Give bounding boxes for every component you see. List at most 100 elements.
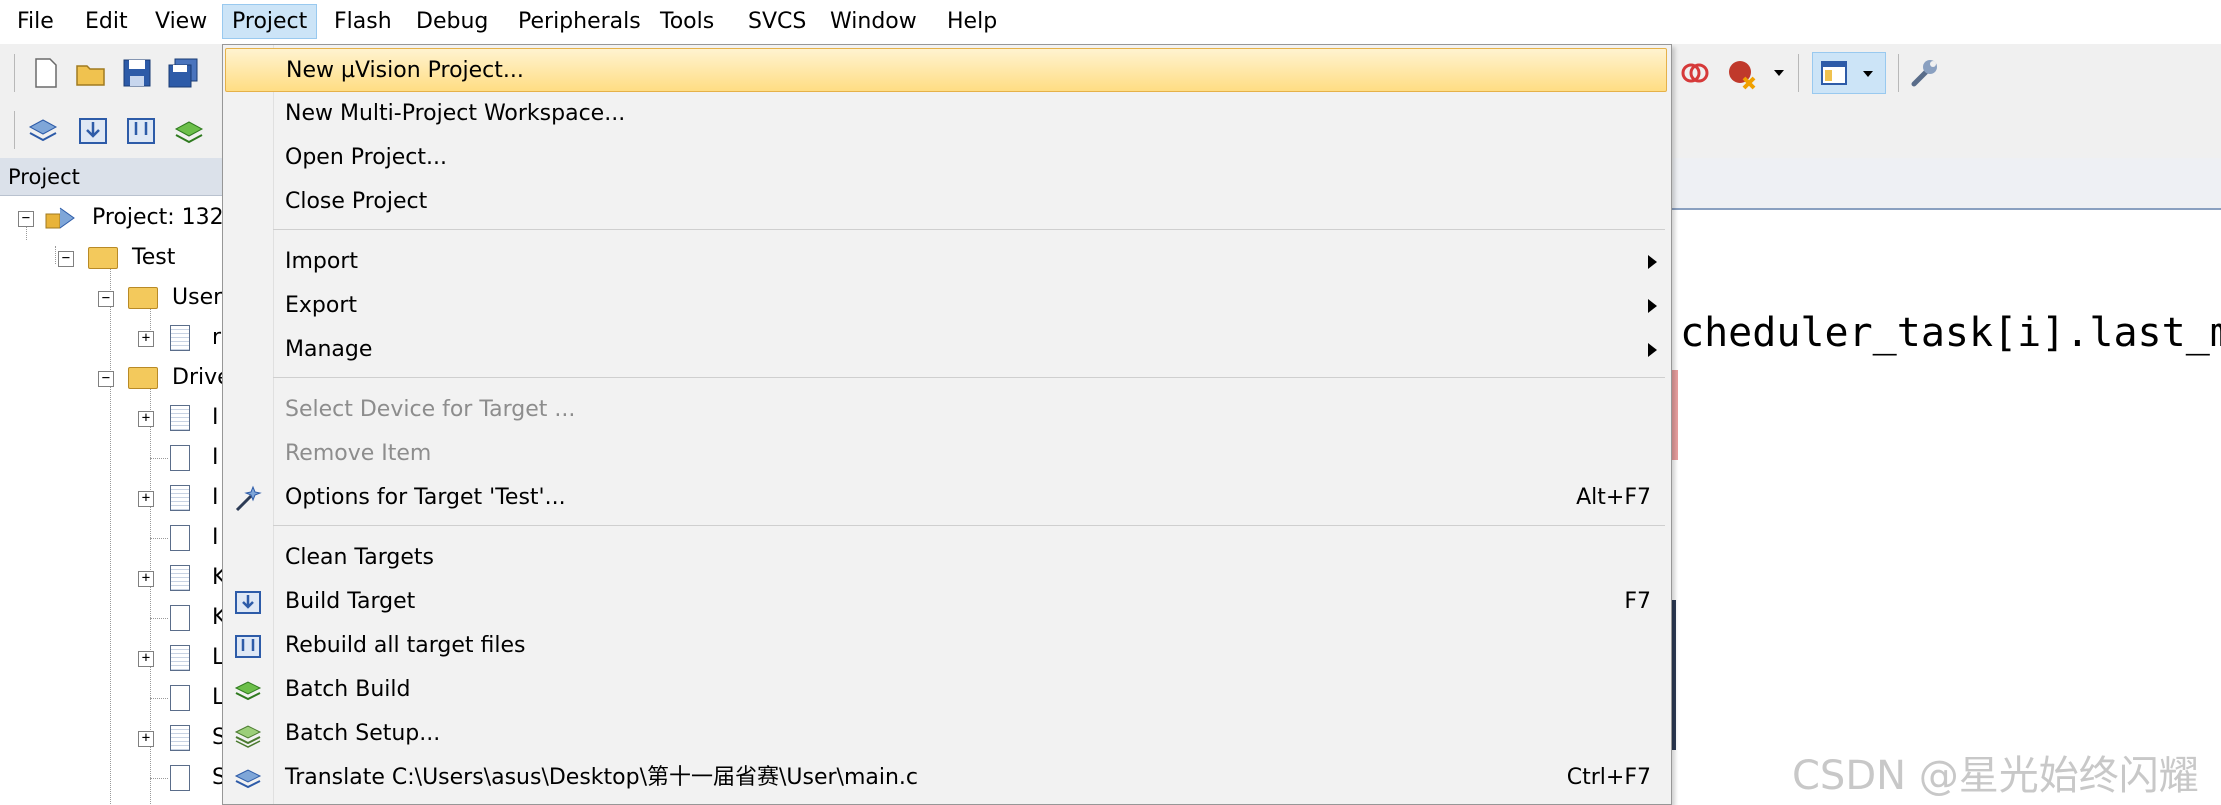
tree-node-file[interactable]: K — [0, 598, 222, 638]
tree-node-file[interactable]: + K — [0, 558, 222, 598]
rebuild-icon[interactable] — [124, 113, 158, 147]
tree-node-target[interactable]: − Test — [0, 238, 222, 278]
menu-item-rebuild-all[interactable]: Rebuild all target files — [225, 624, 1667, 668]
menu-item-label: Batch Setup... — [285, 721, 441, 746]
collapse-icon[interactable]: − — [58, 251, 74, 267]
tree-guide — [150, 778, 168, 779]
project-menu-dropdown: New µVision Project... New Multi-Project… — [222, 44, 1672, 805]
menu-item-close-project[interactable]: Close Project — [225, 180, 1667, 224]
tree-node-file[interactable]: + L — [0, 638, 222, 678]
build-icon — [235, 591, 261, 614]
menu-help[interactable]: Help — [938, 4, 1006, 39]
menu-item-label: Build Target — [285, 589, 416, 614]
menu-item-clean-targets[interactable]: Clean Targets — [225, 536, 1667, 580]
new-file-icon[interactable] — [28, 56, 62, 90]
tree-label: User — [172, 285, 222, 310]
menu-item-batch-setup[interactable]: Batch Setup... — [225, 712, 1667, 756]
tree-node-file[interactable]: L — [0, 678, 222, 718]
save-all-icon[interactable] — [166, 56, 200, 90]
tree-node-file[interactable]: + I — [0, 398, 222, 438]
save-icon[interactable] — [120, 56, 154, 90]
chevron-down-icon — [1863, 71, 1873, 77]
menu-view[interactable]: View — [146, 4, 216, 39]
menu-item-translate[interactable]: Translate C:\Users\asus\Desktop\第十一届省赛\U… — [225, 756, 1667, 800]
c-file-icon — [170, 325, 190, 351]
menu-item-batch-build[interactable]: Batch Build — [225, 668, 1667, 712]
submenu-arrow-icon — [1648, 299, 1657, 313]
menu-tools[interactable]: Tools — [651, 4, 723, 39]
menu-flash[interactable]: Flash — [325, 4, 401, 39]
translate-icon[interactable] — [26, 113, 60, 147]
tree-label: K — [212, 565, 222, 590]
menu-debug[interactable]: Debug — [407, 4, 497, 39]
menu-item-new-uvision-project[interactable]: New µVision Project... — [225, 48, 1667, 92]
tree-guide — [150, 538, 168, 539]
menu-peripherals[interactable]: Peripherals — [509, 4, 650, 39]
batch-build-icon — [234, 681, 262, 701]
menu-project[interactable]: Project — [222, 4, 318, 39]
tree-node-group-user[interactable]: − User — [0, 278, 222, 318]
tree-label: S — [212, 725, 222, 750]
menu-window[interactable]: Window — [821, 4, 926, 39]
tree-guide — [150, 618, 168, 619]
menu-item-new-multi-project-workspace[interactable]: New Multi-Project Workspace... — [225, 92, 1667, 136]
editor-margin-marker — [1672, 370, 1678, 460]
batch-build-icon[interactable] — [172, 113, 206, 147]
editor-tab-strip — [1670, 158, 2221, 210]
c-file-icon — [170, 725, 190, 751]
tree-label: I — [212, 525, 219, 550]
chevron-down-icon[interactable] — [1774, 70, 1784, 76]
tree-node-file[interactable]: + S — [0, 718, 222, 758]
menu-item-manage[interactable]: Manage — [225, 328, 1667, 372]
menu-edit[interactable]: Edit — [76, 4, 137, 39]
submenu-arrow-icon — [1648, 255, 1657, 269]
toolbar-grip — [14, 54, 15, 92]
collapse-icon[interactable]: − — [98, 291, 114, 307]
breakpoint-icon[interactable] — [1726, 56, 1760, 90]
tree-node-group-driver[interactable]: − Drive — [0, 358, 222, 398]
menu-item-label: Clean Targets — [285, 545, 434, 570]
tree-node-file[interactable]: + I — [0, 478, 222, 518]
tree-label: I — [212, 445, 219, 470]
expand-icon[interactable]: + — [138, 491, 154, 507]
expand-icon[interactable]: + — [138, 571, 154, 587]
open-folder-icon[interactable] — [74, 56, 108, 90]
build-icon[interactable] — [76, 113, 110, 147]
wrench-icon[interactable] — [1908, 56, 1942, 90]
debug-stop-icon[interactable] — [1678, 56, 1712, 90]
h-file-icon — [170, 525, 190, 551]
tree-node-file[interactable]: S — [0, 758, 222, 798]
expand-icon[interactable]: + — [138, 411, 154, 427]
window-layout-icon — [1821, 61, 1847, 85]
tree-node-project[interactable]: − Project: 1323 — [0, 198, 222, 238]
menu-item-export[interactable]: Export — [225, 284, 1667, 328]
code-line: cheduler_task[i].last_m — [1680, 310, 2221, 356]
menu-item-import[interactable]: Import — [225, 240, 1667, 284]
code-editor[interactable] — [1670, 210, 2221, 805]
collapse-icon[interactable]: − — [18, 211, 34, 227]
menu-item-open-project[interactable]: Open Project... — [225, 136, 1667, 180]
menu-item-build-target[interactable]: Build Target F7 — [225, 580, 1667, 624]
tree-node-file[interactable]: I — [0, 438, 222, 478]
translate-icon — [234, 769, 262, 789]
submenu-arrow-icon — [1648, 343, 1657, 357]
collapse-icon[interactable]: − — [98, 371, 114, 387]
tree-node-file[interactable]: I — [0, 518, 222, 558]
menu-item-label: Import — [285, 249, 359, 274]
project-tree: − Project: 1323 − Test − User + r − Driv… — [0, 196, 222, 805]
menu-file[interactable]: File — [8, 4, 63, 39]
menu-svcs[interactable]: SVCS — [739, 4, 815, 39]
toolbar-separator — [1798, 54, 1799, 92]
window-config-button[interactable] — [1812, 52, 1886, 94]
tree-guide — [150, 698, 168, 699]
expand-icon[interactable]: + — [138, 331, 154, 347]
c-file-icon — [170, 485, 190, 511]
h-file-icon — [170, 685, 190, 711]
menu-item-shortcut: F7 — [1624, 589, 1651, 614]
expand-icon[interactable]: + — [138, 731, 154, 747]
menu-item-options-for-target[interactable]: Options for Target 'Test'... Alt+F7 — [225, 476, 1667, 520]
tree-label: I — [212, 405, 219, 430]
menu-item-label: Close Project — [285, 189, 428, 214]
expand-icon[interactable]: + — [138, 651, 154, 667]
tree-node-file[interactable]: + r — [0, 318, 222, 358]
